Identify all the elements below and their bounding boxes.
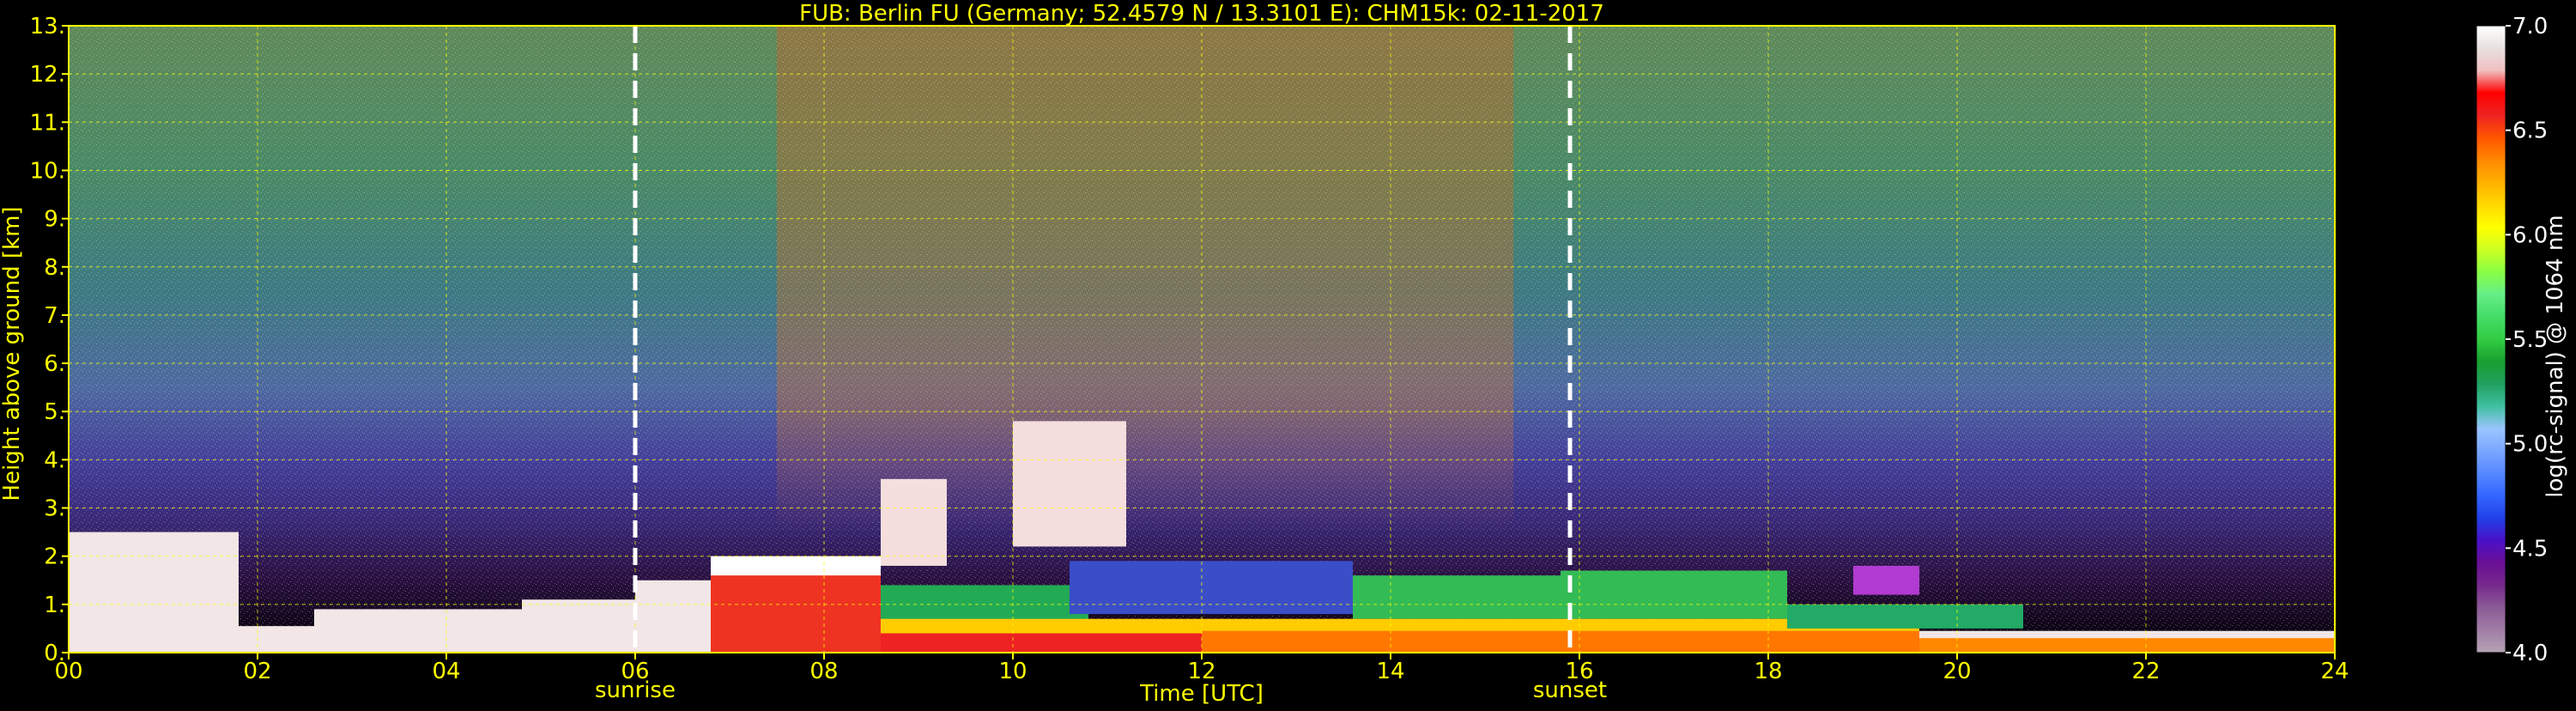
y-tick-label: 11. — [30, 110, 65, 136]
colorbar-tick-label: 4.0 — [2512, 641, 2548, 666]
y-tick-label: 3. — [44, 496, 65, 522]
x-tick-label: 08 — [809, 659, 838, 684]
x-tick-label: 24 — [2320, 659, 2349, 684]
ceilometer-chart: FUB: Berlin FU (Germany; 52.4579 N / 13.… — [0, 0, 2576, 708]
signal-region-surface-aerosol-white — [522, 599, 635, 653]
signal-region-night-layer-orange — [1919, 635, 2335, 653]
x-tick-label: 14 — [1376, 659, 1404, 684]
y-tick-label: 9. — [44, 207, 65, 233]
signal-region-cloud-plume-white — [1013, 421, 1126, 547]
x-tick-label: 04 — [432, 659, 460, 684]
x-tick-label: 18 — [1754, 659, 1782, 684]
chart-canvas: FUB: Berlin FU (Germany; 52.4579 N / 13.… — [0, 1, 2568, 707]
y-axis-label: Height above ground [km] — [0, 206, 25, 501]
colorbar-tick-label: 6.5 — [2512, 118, 2548, 144]
y-tick-label: 2. — [44, 544, 65, 570]
y-tick-label: 0. — [44, 641, 65, 666]
annotation-label-sunrise: sunrise — [595, 678, 676, 703]
signal-region-evening-layer-magenta — [1853, 565, 1919, 595]
colorbar-ticks: 4.04.55.05.56.06.57.0 — [2506, 14, 2548, 666]
y-tick-label: 6. — [44, 351, 65, 377]
signal-region-boundary-layer-orange — [1202, 630, 1919, 653]
colorbar-tick-label: 4.5 — [2512, 536, 2548, 562]
signal-region-surface-aerosol-white — [635, 580, 711, 653]
y-tick-label: 13. — [30, 14, 65, 40]
y-tick-label: 7. — [44, 303, 65, 329]
signal-region-boundary-layer-green — [1353, 575, 1561, 619]
signal-region-surface-aerosol-white — [314, 609, 522, 653]
annotation-labels: sunrise sunset — [595, 678, 1607, 703]
x-tick-label: 10 — [998, 659, 1027, 684]
signal-region-cloud-plume-white — [881, 478, 947, 566]
x-tick-label: 22 — [2131, 659, 2160, 684]
plot-area — [69, 26, 2335, 653]
y-tick-label: 8. — [44, 255, 65, 281]
y-tick-label: 5. — [44, 399, 65, 425]
signal-region-night-layer-white — [1919, 630, 2335, 639]
x-axis-label: Time [UTC] — [1139, 681, 1264, 707]
x-axis-ticks: 00 02 04 06 08 10 12 14 16 18 20 22 24 — [54, 653, 2349, 684]
colorbar-label: log(rc-signal) @ 1064 nm — [2543, 215, 2568, 497]
signal-region-boundary-layer-green — [1561, 570, 1787, 619]
y-axis-ticks: 0. 1. 2. 3. 4. 5. 6. 7. 8. 9. 10. 11. 12. 13. — [30, 14, 69, 666]
colorbar-tick-label: 7.0 — [2512, 14, 2548, 40]
y-tick-label: 4. — [44, 447, 65, 473]
x-tick-label: 02 — [243, 659, 271, 684]
signal-region-surface-aerosol-white — [69, 532, 239, 653]
signal-region-pbl-white-top — [711, 556, 881, 576]
y-tick-label: 1. — [44, 592, 65, 618]
background-noise — [69, 26, 2335, 653]
colorbar-gradient — [2476, 25, 2506, 653]
x-tick-label: 20 — [1943, 659, 1971, 684]
annotation-label-sunset: sunset — [1533, 678, 1607, 703]
colorbar: 4.04.55.05.56.06.57.0 log(rc-signal) @ 1… — [2476, 14, 2568, 666]
signal-region-boundary-layer-red — [881, 633, 1202, 653]
y-tick-label: 10. — [30, 158, 65, 184]
chart-title: FUB: Berlin FU (Germany; 52.4579 N / 13.… — [799, 1, 1604, 27]
signal-region-evening-layer-green — [1787, 604, 2023, 629]
signal-region-boundary-layer-blue — [1070, 561, 1353, 615]
signal-region-surface-aerosol-white — [239, 626, 314, 653]
y-tick-label: 12. — [30, 62, 65, 88]
